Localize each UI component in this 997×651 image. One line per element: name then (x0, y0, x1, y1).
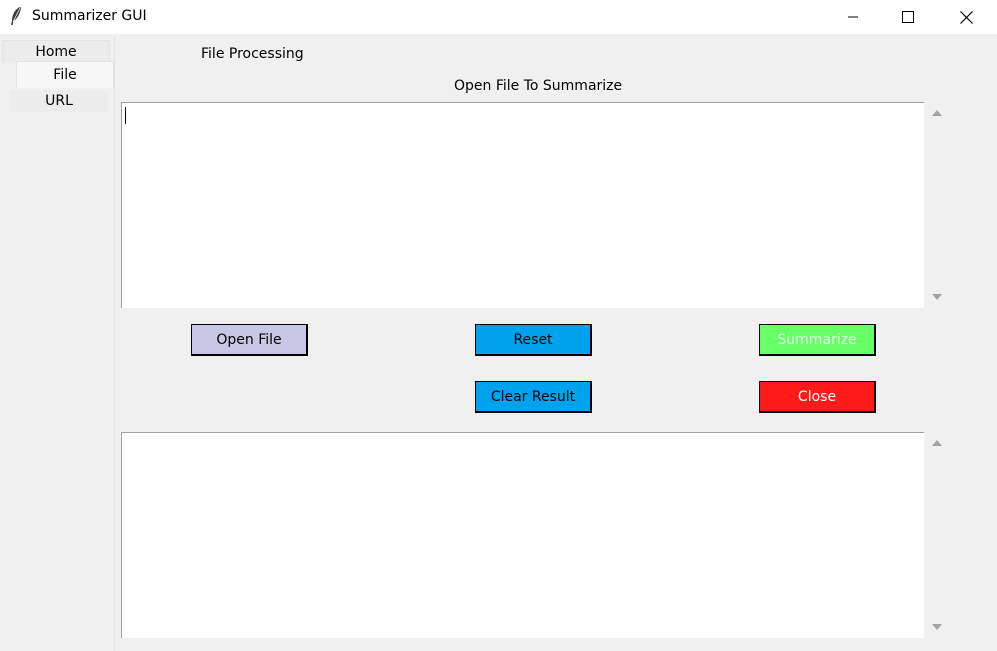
maximize-button[interactable] (885, 0, 931, 34)
minimize-icon (848, 16, 858, 18)
window-title: Summarizer GUI (32, 8, 147, 24)
scroll-down-icon[interactable] (932, 624, 942, 630)
clear-result-button[interactable]: Clear Result (475, 381, 592, 413)
reset-button[interactable]: Reset (475, 324, 592, 356)
tab-url[interactable]: URL (10, 90, 108, 112)
reset-label: Reset (513, 331, 553, 348)
summarize-button[interactable]: Summarize (759, 324, 876, 356)
clear-result-label: Clear Result (490, 388, 576, 405)
scroll-down-icon[interactable] (932, 294, 942, 300)
input-text-area[interactable] (121, 102, 924, 308)
panel-subheading: Open File To Summarize (454, 78, 623, 94)
tab-home[interactable]: Home (2, 40, 110, 63)
text-cursor (125, 107, 126, 124)
scroll-up-icon[interactable] (932, 110, 942, 116)
notebook-tabs: Home File URL (0, 36, 115, 651)
scroll-up-icon[interactable] (932, 440, 942, 446)
open-file-button[interactable]: Open File (191, 324, 308, 356)
close-label: Close (797, 388, 837, 405)
minimize-button[interactable] (830, 0, 876, 34)
input-scrollbar[interactable] (924, 102, 950, 307)
open-file-label: Open File (216, 331, 282, 348)
feather-icon (11, 7, 21, 25)
title-bar: Summarizer GUI (0, 0, 997, 34)
maximize-icon (902, 11, 914, 23)
panel-heading: File Processing (201, 46, 304, 62)
close-button[interactable]: Close (759, 381, 876, 413)
summarize-label: Summarize (777, 331, 857, 348)
tab-file[interactable]: File (16, 61, 114, 88)
result-text-area[interactable] (121, 432, 924, 638)
close-icon (959, 10, 973, 24)
result-scrollbar[interactable] (924, 432, 950, 637)
close-window-button[interactable] (943, 0, 989, 34)
